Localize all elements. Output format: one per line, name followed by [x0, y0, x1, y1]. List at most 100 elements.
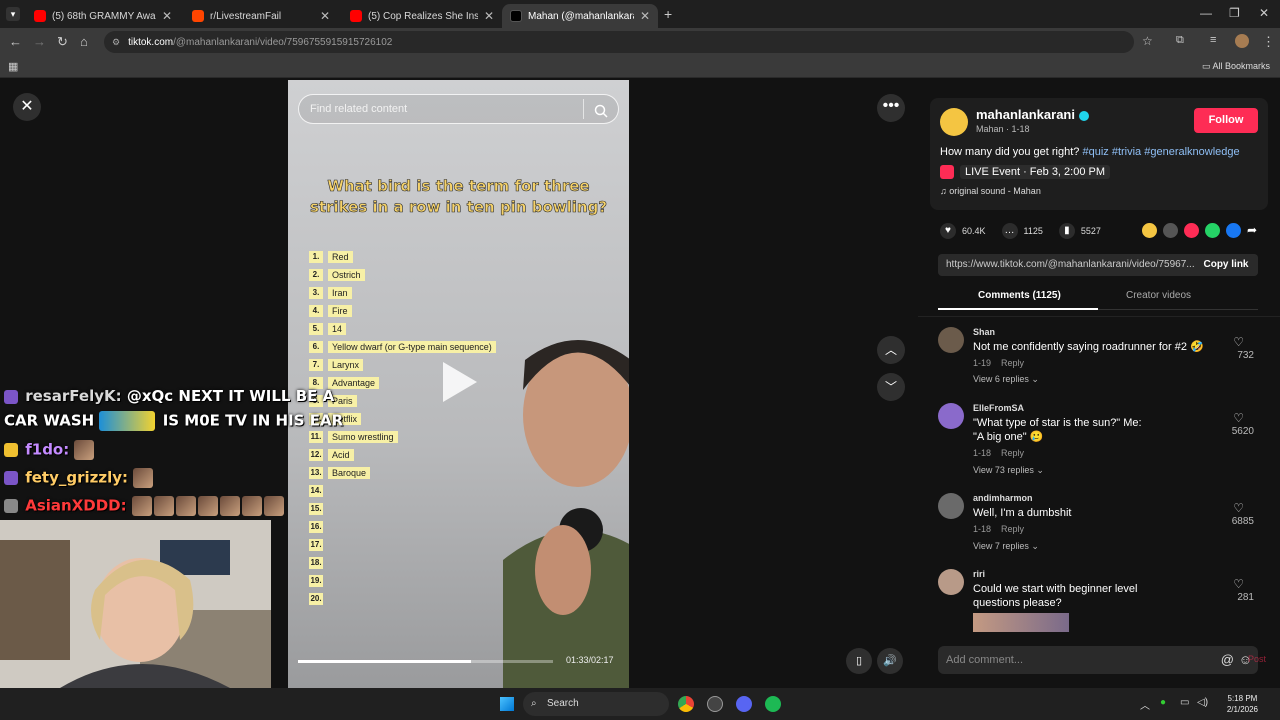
view-replies-button[interactable]: View 7 replies ⌄: [973, 541, 1039, 552]
microphone-icon[interactable]: ●: [1160, 697, 1166, 708]
reply-button[interactable]: Reply: [1001, 448, 1024, 458]
url-field[interactable]: ⚙ tiktok.com /@mahanlankarani/video/7596…: [104, 31, 1134, 53]
media-icon[interactable]: ≡: [1210, 34, 1216, 46]
comment-like-icon[interactable]: ♡: [1233, 501, 1244, 515]
profile-avatar[interactable]: [1235, 34, 1249, 48]
video-progress-bar[interactable]: [298, 660, 553, 663]
whatsapp-icon[interactable]: [1205, 223, 1220, 238]
close-tab-icon[interactable]: ✕: [640, 9, 650, 23]
avatar[interactable]: [938, 493, 964, 519]
all-bookmarks[interactable]: ▭ All Bookmarks: [1202, 61, 1270, 72]
view-replies-button[interactable]: View 6 replies ⌄: [973, 374, 1039, 385]
comment-like-icon[interactable]: ♡: [1233, 335, 1244, 349]
view-replies-button[interactable]: View 73 replies ⌄: [973, 465, 1044, 476]
answer-number: 20.: [309, 592, 323, 605]
comment-date: 1-18: [973, 524, 992, 534]
minimize-icon[interactable]: —: [1200, 6, 1212, 20]
tab-tiktok[interactable]: Mahan (@mahanlankarani) Offi ✕: [502, 4, 658, 28]
avatar[interactable]: [938, 403, 964, 429]
reply-button[interactable]: Reply: [1001, 358, 1024, 368]
comment-like-icon[interactable]: ♡: [1233, 577, 1244, 591]
comment-like-count: 732: [1237, 350, 1254, 361]
tab-comments[interactable]: Comments (1125): [978, 290, 1061, 301]
comment-username[interactable]: ElleFromSA: [973, 403, 1024, 413]
tab-grammy[interactable]: (5) 68th GRAMMY Awards Prem ✕: [26, 4, 180, 28]
close-video-button[interactable]: ✕: [13, 93, 41, 121]
site-info-icon[interactable]: ⚙: [112, 37, 120, 48]
hashtag-link[interactable]: #trivia: [1112, 146, 1141, 158]
volume-icon[interactable]: 🔊: [877, 648, 903, 674]
share-link-field[interactable]: https://www.tiktok.com/@mahanlankarani/v…: [938, 254, 1258, 276]
comment-like-icon[interactable]: ♡: [1233, 411, 1244, 425]
mini-player-icon[interactable]: ▯: [846, 648, 872, 674]
like-button[interactable]: ♥ 60.4K: [940, 223, 986, 239]
avatar[interactable]: [938, 569, 964, 595]
close-tab-icon[interactable]: ✕: [162, 9, 172, 23]
answer-number: 16.: [309, 520, 323, 533]
comment-username[interactable]: Shan: [973, 327, 995, 337]
extensions-icon[interactable]: ⧉: [1176, 34, 1184, 47]
reload-icon[interactable]: ↻: [57, 34, 68, 50]
forward-icon[interactable]: →: [33, 34, 46, 49]
tab-creator-videos[interactable]: Creator videos: [1126, 290, 1191, 301]
creator-username[interactable]: mahanlankarani: [976, 107, 1089, 122]
network-icon[interactable]: ▭: [1180, 697, 1189, 708]
comment-text: Could we start with beginner level quest…: [973, 583, 1138, 609]
tab-cop[interactable]: (5) Cop Realizes She Instantly E ✕: [342, 4, 502, 28]
comment-username[interactable]: riri: [973, 569, 985, 579]
speaker-icon[interactable]: ◁): [1197, 697, 1208, 708]
chrome-icon[interactable]: [678, 696, 694, 712]
comment-image[interactable]: [973, 613, 1069, 632]
hashtag-link[interactable]: #quiz: [1082, 146, 1108, 158]
bookmark-star-icon[interactable]: ☆: [1142, 34, 1153, 48]
answer-number: 2.: [309, 268, 323, 281]
mention-icon[interactable]: @: [1221, 646, 1234, 674]
post-comment-button[interactable]: Post: [1248, 654, 1266, 664]
more-options-button[interactable]: •••: [877, 94, 905, 122]
facebook-icon[interactable]: [1226, 223, 1241, 238]
close-tab-icon[interactable]: ✕: [320, 9, 330, 23]
close-tab-icon[interactable]: ✕: [484, 9, 494, 23]
menu-icon[interactable]: ⋮: [1262, 34, 1275, 50]
previous-video-button[interactable]: ︿: [877, 336, 905, 364]
send-icon[interactable]: [1184, 223, 1199, 238]
share-arrow-icon[interactable]: ➦: [1247, 223, 1262, 238]
sound-link[interactable]: ♫ original sound - Mahan: [940, 186, 1041, 196]
comment-username[interactable]: andimharmon: [973, 493, 1033, 503]
play-icon[interactable]: [443, 362, 477, 402]
comment-count: 1125: [1023, 226, 1043, 236]
restore-icon[interactable]: ❐: [1229, 6, 1240, 20]
video-player[interactable]: Find related content What bird is the te…: [288, 80, 629, 688]
taskbar-search[interactable]: ⌕ Search: [523, 692, 669, 716]
discord-icon[interactable]: [736, 696, 752, 712]
obs-icon[interactable]: [707, 696, 723, 712]
copy-link-button[interactable]: Copy link: [1194, 254, 1258, 276]
youtube-icon: [350, 10, 362, 22]
repost-icon[interactable]: [1142, 223, 1157, 238]
search-icon[interactable]: [594, 101, 608, 129]
tray-chevron-icon[interactable]: ︿: [1140, 697, 1150, 712]
system-clock[interactable]: 5:18 PM 2/1/2026: [1227, 693, 1258, 715]
next-video-button[interactable]: ﹀: [877, 373, 905, 401]
related-search-input[interactable]: Find related content: [298, 94, 619, 124]
avatar[interactable]: [938, 327, 964, 353]
spotify-icon[interactable]: [765, 696, 781, 712]
close-window-icon[interactable]: ✕: [1259, 6, 1269, 20]
tab-search-button[interactable]: ▾: [6, 7, 20, 21]
comment-button[interactable]: … 1125: [1001, 223, 1043, 239]
windows-start-icon[interactable]: [500, 697, 514, 711]
apps-icon[interactable]: ▦: [8, 60, 18, 73]
back-icon[interactable]: ←: [9, 34, 22, 49]
answer-text: Fire: [328, 304, 352, 317]
new-tab-button[interactable]: +: [664, 6, 672, 22]
embed-icon[interactable]: [1163, 223, 1178, 238]
hashtag-link[interactable]: #generalknowledge: [1144, 146, 1239, 158]
live-event-badge[interactable]: LIVE Event · Feb 3, 2:00 PM: [940, 164, 1111, 180]
save-button[interactable]: ▮ 5527: [1058, 223, 1101, 239]
reply-button[interactable]: Reply: [1001, 524, 1024, 534]
home-icon[interactable]: ⌂: [80, 34, 88, 49]
avatar[interactable]: [940, 108, 968, 136]
tab-livestreamfail[interactable]: r/LivestreamFail ✕: [184, 4, 338, 28]
follow-button[interactable]: Follow: [1194, 108, 1258, 133]
add-comment-input[interactable]: Add comment... @ ☺: [938, 646, 1258, 674]
